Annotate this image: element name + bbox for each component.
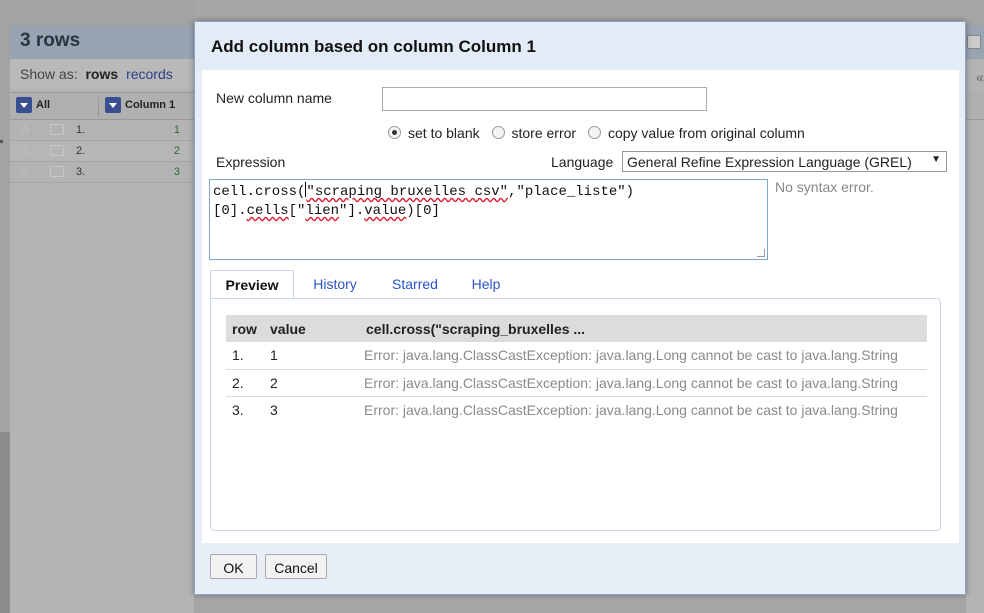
radio-icon[interactable] [587,126,601,139]
row-value: 3 [270,401,278,418]
cancel-button[interactable]: Cancel [265,554,327,579]
radio-store-error[interactable]: store error [491,125,576,141]
row-number: 3. [232,401,244,418]
chevron-down-icon[interactable]: ▼ [931,154,941,165]
table-row: 1. 1 Error: java.lang.ClassCastException… [226,342,927,370]
grid-row: ☆ 1. 1 [10,120,194,141]
row-result: Error: java.lang.ClassCastException: jav… [364,401,898,418]
flag-icon[interactable] [50,124,64,135]
show-as-label: Show as: [20,66,78,82]
radio-set-to-blank[interactable]: set to blank [388,125,480,141]
row-number: 2. [76,145,86,157]
expression-label: Expression [216,154,286,170]
dropdown-icon[interactable] [16,97,32,113]
syntax-status: No syntax error. [775,179,874,195]
cell-value[interactable]: 3 [174,166,180,178]
row-number: 1. [76,124,86,136]
star-icon[interactable]: ☆ [19,143,31,159]
new-column-name-label: New column name [216,90,332,106]
cell-value[interactable]: 1 [174,124,180,136]
flag-icon[interactable] [50,145,64,156]
dropdown-icon[interactable] [105,97,121,113]
row-number: 3. [76,166,86,178]
language-label: Language [551,154,614,170]
star-icon[interactable]: ☆ [19,164,31,180]
header-row: row [226,315,264,342]
radio-icon[interactable] [491,126,505,139]
expression-textarea[interactable]: cell.cross("scraping bruxelles csv","pla… [209,179,768,260]
language-select[interactable]: General Refine Expression Language (GREL… [622,151,947,172]
cell-value[interactable]: 2 [174,145,180,157]
row-number: 1. [226,342,264,370]
right-edge-panel: « [966,25,984,613]
scroll-left-icon[interactable]: « [976,69,984,85]
preview-panel: row value cell.cross("scraping_bruxelles… [210,298,941,531]
flag-icon[interactable] [50,166,64,177]
preview-tabs: Preview History Starred Help [210,270,950,299]
row-result: Error: java.lang.ClassCastException: jav… [360,369,927,397]
show-as-bar: Show as: rows records [10,59,194,89]
header-expression: cell.cross("scraping_bruxelles ... [360,315,927,342]
left-edge-strip [0,432,10,613]
row-result: Error: java.lang.ClassCastException: jav… [360,342,927,370]
grid-header: All Column 1 [10,92,194,120]
radio-selected-icon[interactable] [388,126,401,139]
row-number: 2. [226,369,264,397]
header-all[interactable]: All [16,97,50,117]
add-column-dialog: Add column based on column Column 1 New … [194,21,966,595]
tab-history[interactable]: History [309,270,361,299]
header-column-1[interactable]: Column 1 [98,97,175,117]
radio-copy-value[interactable]: copy value from original column [587,125,805,141]
row-value: 1 [264,342,360,370]
grid-row: ☆ 2. 2 [10,141,194,162]
on-error-options: set to blank store error copy value from… [388,125,813,141]
tab-starred[interactable]: Starred [390,270,440,299]
grid-row: ☆ 3. 3 [10,162,194,183]
resize-handle-icon[interactable] [757,249,765,257]
dialog-title: Add column based on column Column 1 [195,22,965,70]
dialog-body: New column name set to blank store error… [202,70,959,543]
star-icon[interactable]: ☆ [19,122,31,138]
preview-table: row value cell.cross("scraping_bruxelles… [226,315,927,423]
new-column-name-input[interactable] [382,87,707,111]
tab-preview[interactable]: Preview [210,270,294,299]
header-value: value [264,315,360,342]
ok-button[interactable]: OK [210,554,257,579]
tab-help[interactable]: Help [469,270,503,299]
row-value: 2 [264,369,360,397]
show-as-rows[interactable]: rows [85,66,118,82]
preview-header-row: row value cell.cross("scraping_bruxelles… [226,315,927,342]
show-as-records-link[interactable]: records [126,66,173,82]
table-row: 3. 3 Error: java.lang.ClassCastException… [226,396,927,423]
dropdown-icon[interactable] [967,35,981,49]
table-row: 2. 2 Error: java.lang.ClassCastException… [226,369,927,397]
row-count: 3 rows [10,25,194,59]
